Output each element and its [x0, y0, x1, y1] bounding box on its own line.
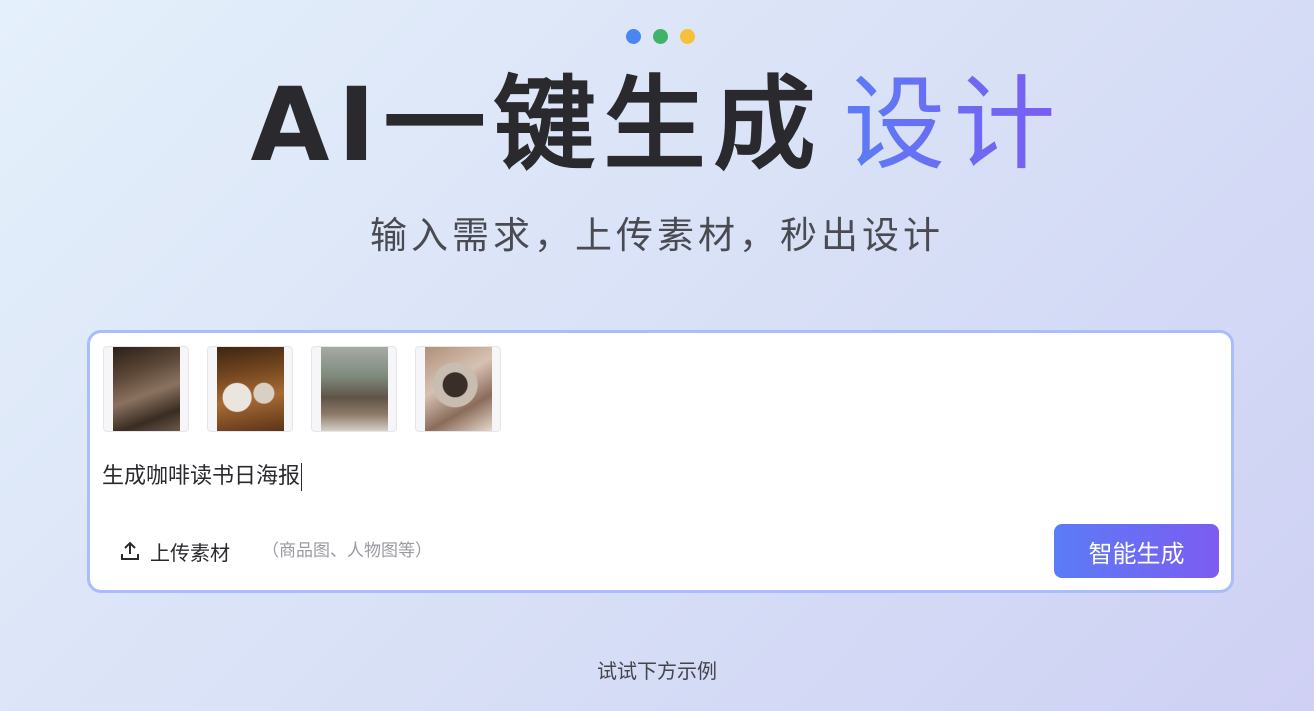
thumbnail-1[interactable] [103, 346, 189, 432]
yellow-dot-icon [680, 29, 695, 44]
upload-material-button[interactable]: 上传素材 [118, 536, 230, 566]
blue-dot-icon [626, 29, 641, 44]
upload-material-label: 上传素材 [150, 540, 230, 565]
uploaded-thumbnails [103, 346, 501, 432]
hero-subtitle: 输入需求，上传素材，秒出设计 [370, 214, 944, 257]
prompt-input[interactable]: 生成咖啡读书日海报 [102, 461, 303, 493]
prompt-text: 生成咖啡读书日海报 [102, 464, 301, 489]
hero-title-main: AI一键生成 [250, 66, 824, 185]
try-examples-link[interactable]: 试试下方示例 [0, 657, 1314, 685]
text-caret [301, 463, 303, 491]
thumbnail-4[interactable] [415, 346, 501, 432]
hero-title: AI一键生成 设计 [0, 66, 1314, 186]
coffee-latte-photo [216, 347, 284, 431]
prompt-composer: 生成咖啡读书日海报 上传素材 （商品图、人物图等） 智能生成 [87, 330, 1234, 593]
window-dots [626, 29, 695, 44]
coffee-cup-photo [424, 347, 492, 431]
green-dot-icon [653, 29, 668, 44]
thumbnail-3[interactable] [311, 346, 397, 432]
thumbnail-2[interactable] [207, 346, 293, 432]
generate-button[interactable]: 智能生成 [1054, 524, 1219, 578]
hero-title-accent: 设计 [843, 66, 1064, 185]
upload-icon [118, 539, 142, 563]
upload-hint: （商品图、人物图等） [262, 541, 432, 561]
coffee-books-photo [112, 347, 180, 431]
window-reading-photo [320, 347, 388, 431]
